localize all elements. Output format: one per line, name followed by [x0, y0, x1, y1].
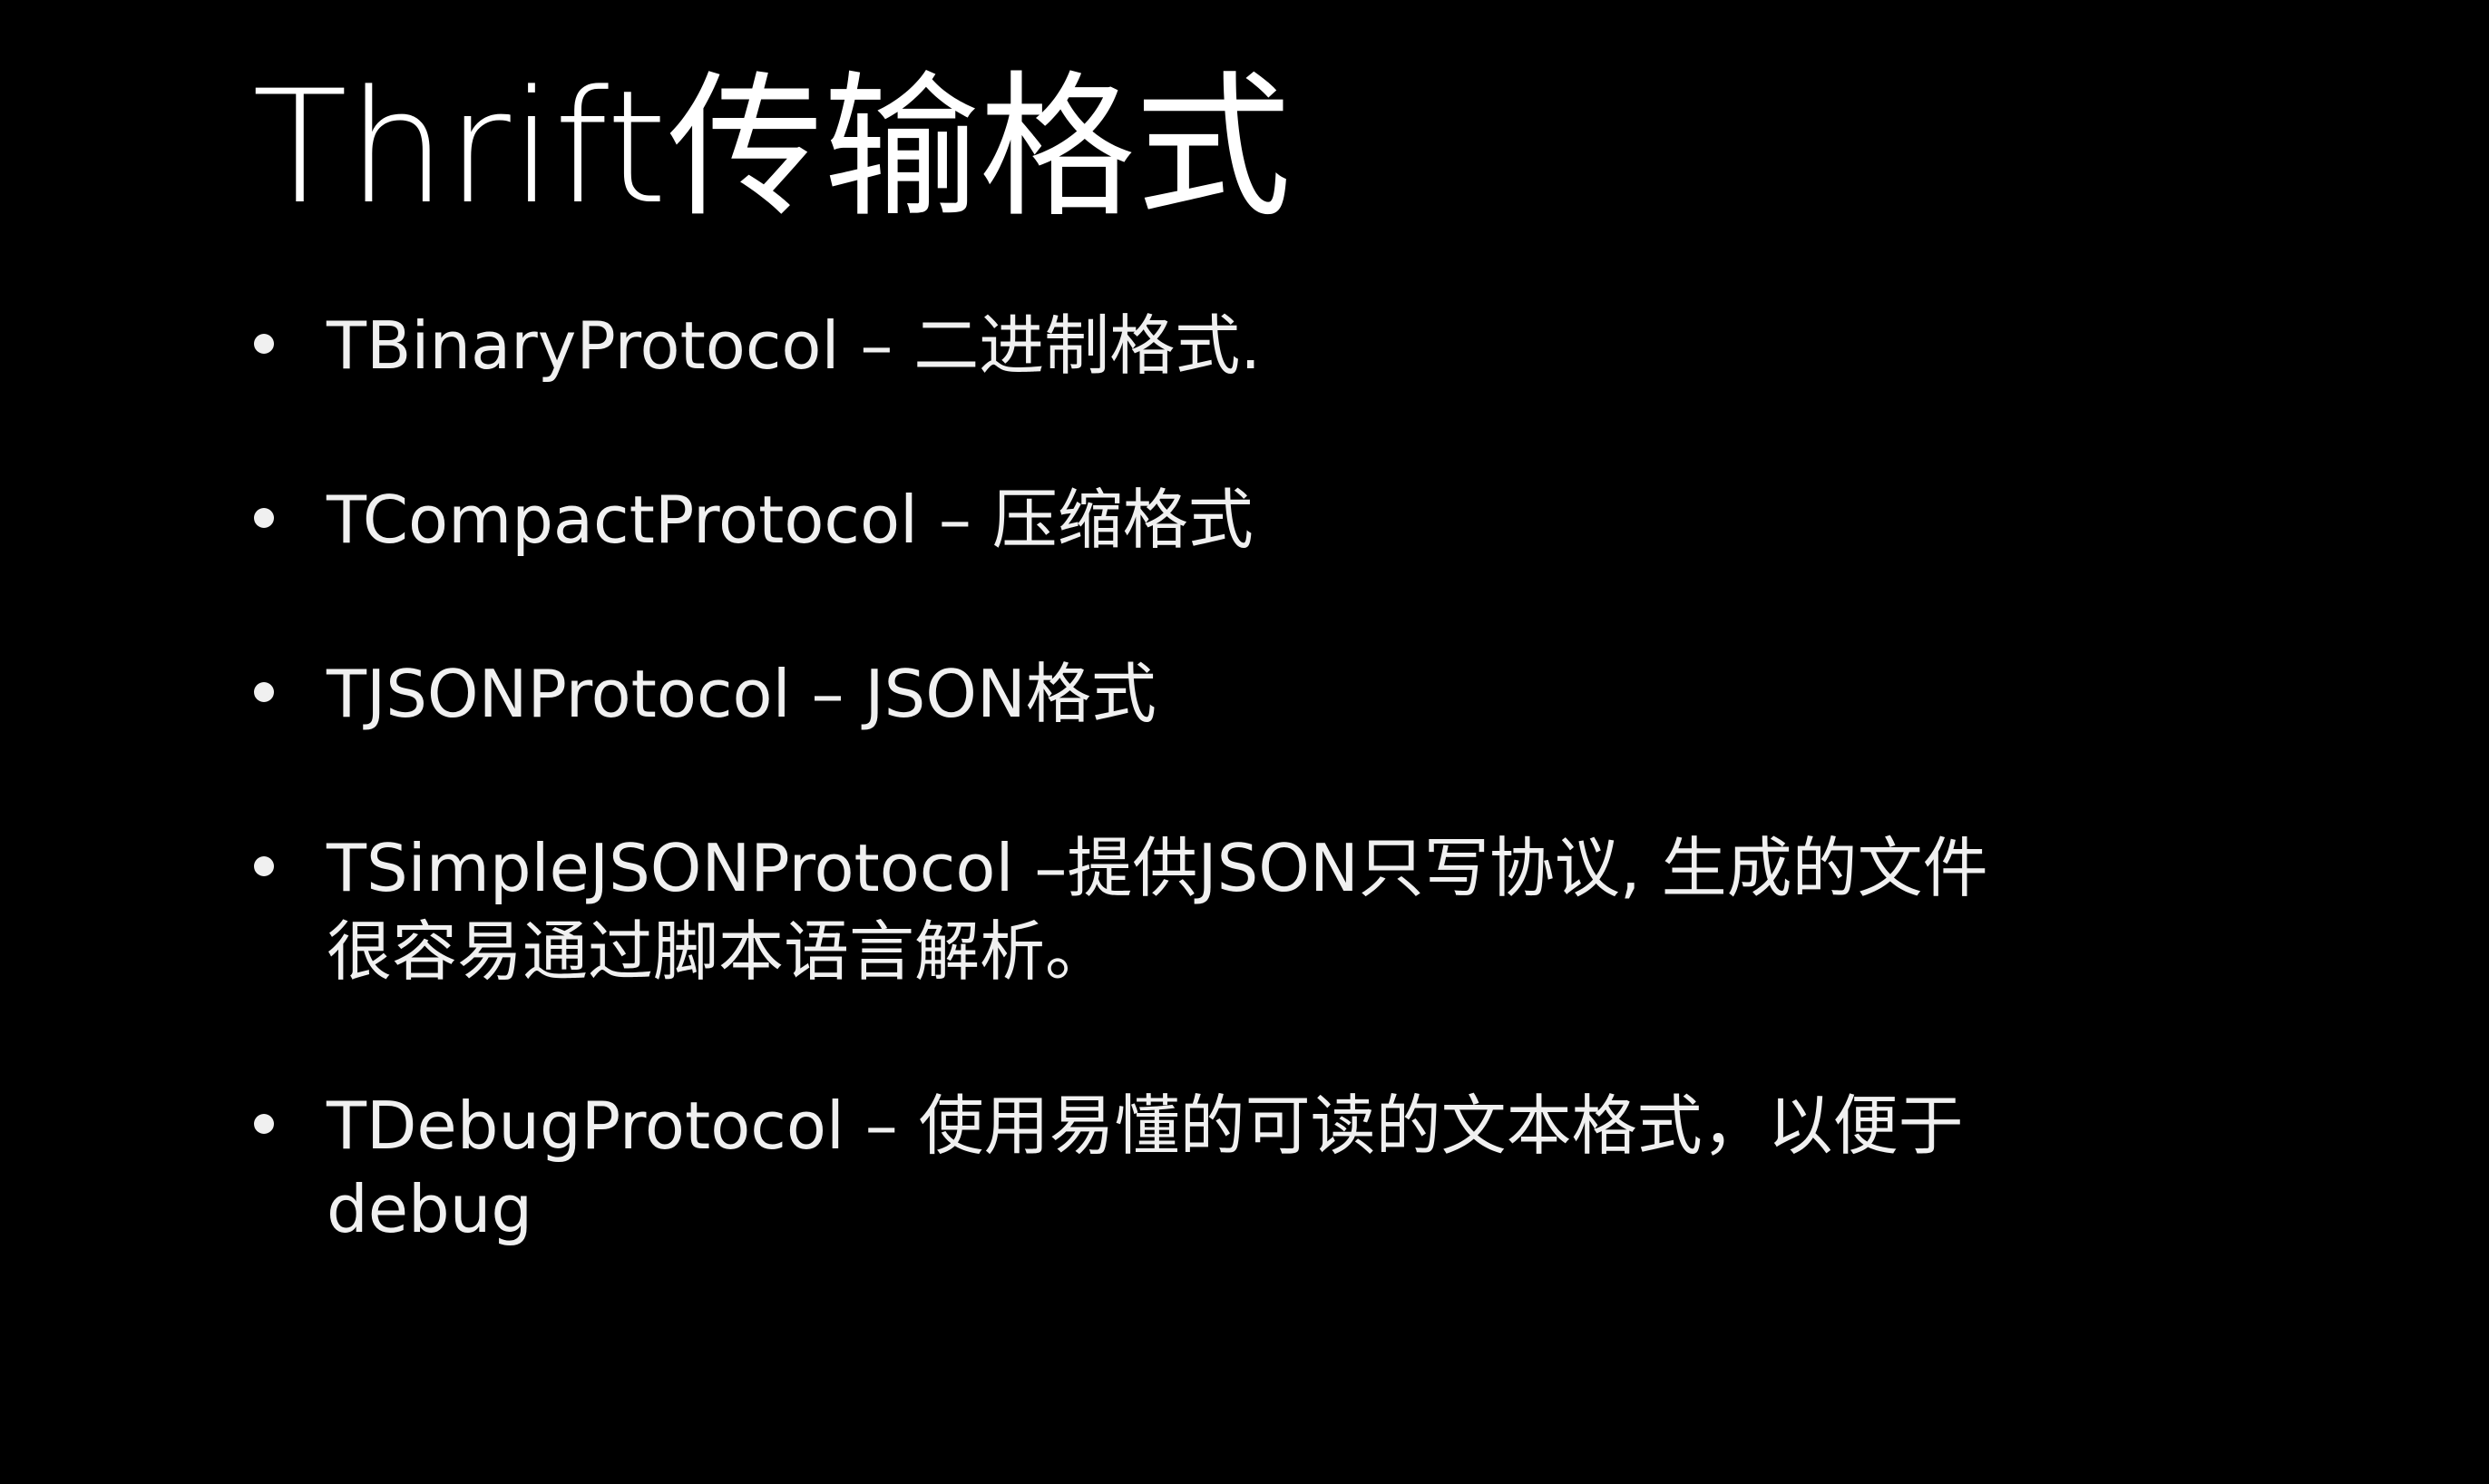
bullet-list: TBinaryProtocol – 二进制格式. TCompactProtoco…: [254, 304, 2250, 1251]
slide-title: Thrift传输格式: [252, 56, 1292, 239]
bullet-item: TBinaryProtocol – 二进制格式.: [254, 304, 2250, 387]
bullet-dot-icon: [254, 334, 274, 354]
bullet-item: TDebugProtocol – 使用易懂的可读的文本格式，以便于 debug: [254, 1084, 2250, 1251]
bullet-item: TSimpleJSONProtocol –提供JSON只写协议, 生成的文件 很…: [254, 826, 2250, 993]
bullet-text: TBinaryProtocol – 二进制格式.: [327, 308, 1262, 384]
bullet-item: TJSONProtocol – JSON格式: [254, 652, 2250, 736]
bullet-dot-icon: [254, 508, 274, 528]
bullet-dot-icon: [254, 1114, 274, 1134]
bullet-dot-icon: [254, 682, 274, 702]
bullet-dot-icon: [254, 856, 274, 876]
bullet-text: TJSONProtocol – JSON格式: [327, 656, 1157, 732]
slide: Thrift传输格式 TBinaryProtocol – 二进制格式. TCom…: [0, 0, 2489, 1484]
bullet-text: TSimpleJSONProtocol –提供JSON只写协议, 生成的文件 很…: [327, 830, 1988, 990]
bullet-text: TDebugProtocol – 使用易懂的可读的文本格式，以便于 debug: [327, 1088, 1964, 1247]
bullet-text: TCompactProtocol – 压缩格式: [327, 482, 1254, 558]
bullet-item: TCompactProtocol – 压缩格式: [254, 478, 2250, 561]
